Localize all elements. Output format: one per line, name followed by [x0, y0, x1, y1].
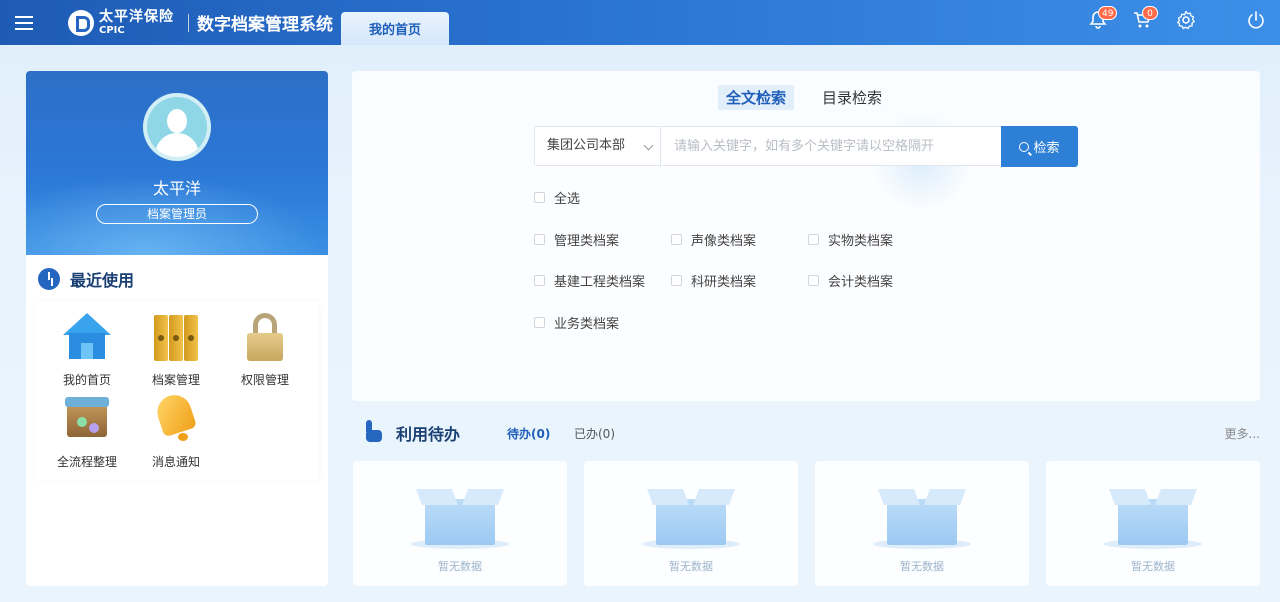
checkbox-box [808, 275, 819, 286]
empty-state-text: 暂无数据 [900, 560, 944, 573]
shortcut-home[interactable]: 我的首页 [47, 309, 127, 388]
category-checkbox[interactable]: 基建工程类档案 [534, 271, 645, 290]
empty-state-text: 暂无数据 [438, 560, 482, 573]
search-button[interactable]: 检索 [1001, 126, 1078, 167]
checkbox-box [671, 275, 682, 286]
power-icon [1248, 11, 1264, 29]
logout-button[interactable] [1246, 10, 1268, 32]
bell-icon [148, 390, 204, 449]
shortcut-label: 全流程整理 [56, 455, 117, 469]
house-icon [59, 309, 115, 367]
notifications-button[interactable]: 49 [1088, 6, 1118, 32]
tab-pending[interactable]: 待办(0) [507, 425, 550, 442]
shortcut-archive-management[interactable]: 档案管理 [136, 309, 216, 388]
gear-icon [1177, 10, 1195, 30]
binder-icon [148, 309, 204, 367]
tab-home[interactable]: 我的首页 [341, 12, 449, 45]
profile-card: 太平洋 档案管理员 [26, 71, 328, 255]
more-link[interactable]: 更多... [1225, 425, 1260, 442]
category-checkbox[interactable]: 声像类档案 [671, 230, 756, 249]
checkbox-box [808, 234, 819, 245]
clock-icon [38, 268, 60, 290]
brand-logo: 太平洋保险 CPIC [68, 8, 174, 36]
checkbox-box [534, 192, 545, 203]
hamburger-icon [15, 21, 33, 24]
empty-box-icon [411, 489, 509, 549]
tab-fulltext-search[interactable]: 全文检索 [718, 85, 795, 110]
notifications-badge: 49 [1098, 6, 1118, 20]
checkbox-box [534, 234, 545, 245]
checkbox-label: 科研类档案 [691, 275, 757, 290]
cart-badge: 0 [1142, 6, 1158, 20]
user-role-badge: 档案管理员 [96, 204, 258, 224]
category-checkbox[interactable]: 管理类档案 [534, 230, 619, 249]
shortcut-label: 权限管理 [240, 373, 289, 387]
category-checkbox[interactable]: 会计类档案 [808, 271, 893, 290]
user-panel: 太平洋 档案管理员 最近使用 我的首页 档案管理 权限管理 全流程整理 消息通知 [26, 71, 328, 586]
cart-button[interactable]: 0 [1132, 6, 1158, 32]
search-button-label: 检索 [1033, 141, 1060, 156]
title-divider [188, 13, 189, 32]
checkbox-box [534, 317, 545, 328]
scope-select[interactable]: 集团公司本部 [534, 126, 661, 166]
checkbox-label: 业务类档案 [554, 317, 620, 332]
todo-card: 暂无数据 [584, 461, 798, 586]
settings-button[interactable] [1176, 10, 1198, 32]
top-bar: 太平洋保险 CPIC 数字档案管理系统 我的首页 49 0 [0, 0, 1280, 45]
avatar[interactable] [143, 93, 211, 161]
search-icon [1019, 141, 1030, 152]
hand-pointer-icon [362, 420, 384, 444]
chevron-down-icon [643, 140, 654, 151]
category-checkbox[interactable]: 实物类档案 [808, 230, 893, 249]
empty-state-text: 暂无数据 [669, 560, 713, 573]
todo-header: 利用待办 待办(0) 已办(0) 更多... [362, 418, 1260, 448]
checkbox-label: 全选 [554, 192, 581, 207]
user-name: 太平洋 [152, 179, 201, 198]
search-panel: 全文检索 目录检索 集团公司本部 检索 全选 管理类档案 声像类档案 实物类档案… [352, 71, 1260, 401]
checkbox-label: 基建工程类档案 [554, 275, 646, 290]
todo-card: 暂无数据 [353, 461, 567, 586]
tab-catalog-search[interactable]: 目录检索 [814, 85, 890, 110]
empty-box-icon [1104, 489, 1202, 549]
brand-name-en: CPIC [99, 24, 125, 36]
checkbox-box [534, 275, 545, 286]
shortcut-label: 档案管理 [151, 373, 200, 387]
lock-icon [237, 309, 293, 367]
checkbox-label: 实物类档案 [828, 234, 894, 249]
checkbox-label: 管理类档案 [554, 234, 620, 249]
recent-shortcuts: 我的首页 档案管理 权限管理 全流程整理 消息通知 [35, 301, 319, 481]
shortcut-label: 消息通知 [151, 455, 200, 469]
app-title: 数字档案管理系统 [197, 15, 333, 35]
shortcut-full-process[interactable]: 全流程整理 [47, 391, 127, 470]
keyword-search-input[interactable] [662, 126, 1002, 166]
category-checkbox[interactable]: 科研类档案 [671, 271, 756, 290]
brand-name-cn: 太平洋保险 [99, 8, 174, 25]
checkbox-box [671, 234, 682, 245]
select-all-checkbox[interactable]: 全选 [534, 188, 580, 207]
menu-toggle-button[interactable] [0, 0, 48, 45]
scope-value: 集团公司本部 [547, 138, 626, 153]
todo-card: 暂无数据 [815, 461, 1029, 586]
shortcut-label: 我的首页 [62, 373, 111, 387]
shortcut-permission-management[interactable]: 权限管理 [225, 309, 305, 388]
shortcut-notifications[interactable]: 消息通知 [136, 390, 216, 470]
empty-box-icon [873, 489, 971, 549]
workflow-box-icon [59, 391, 115, 449]
checkbox-label: 会计类档案 [828, 275, 894, 290]
todo-card: 暂无数据 [1046, 461, 1260, 586]
tab-done[interactable]: 已办(0) [574, 425, 615, 442]
todo-section-title: 利用待办 [396, 425, 461, 444]
checkbox-label: 声像类档案 [691, 234, 757, 249]
empty-box-icon [642, 489, 740, 549]
empty-state-text: 暂无数据 [1131, 560, 1175, 573]
category-checkbox[interactable]: 业务类档案 [534, 313, 619, 332]
cpic-logo-icon [68, 9, 94, 36]
recent-section-title: 最近使用 [70, 271, 135, 290]
